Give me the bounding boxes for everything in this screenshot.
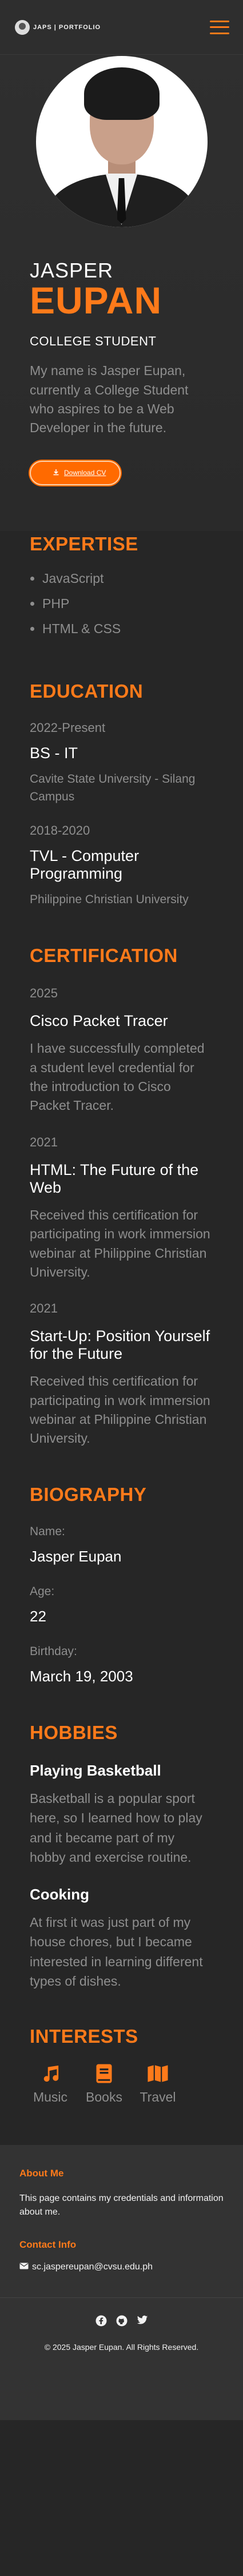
education-item: 2022-Present BS - IT Cavite State Univer… [30, 721, 213, 806]
certification-name: Start-Up: Position Yourself for the Futu… [30, 1327, 210, 1363]
list-item: PHP [42, 596, 213, 611]
logo-avatar-icon [15, 19, 30, 35]
interest-music: Music [31, 2061, 70, 2105]
interest-label: Books [86, 2089, 122, 2104]
certification-item: 2021 HTML: The Future of the Web Receive… [30, 1135, 213, 1282]
copyright: © 2025 Jasper Eupan. All Rights Reserved… [44, 2342, 199, 2352]
download-cv-button[interactable]: Download CV [30, 460, 121, 485]
profile-photo-wrapper [0, 55, 243, 227]
certification-desc: Received this certification for particip… [30, 1374, 210, 1446]
twitter-icon[interactable] [137, 2315, 148, 2327]
bio-label-age: Age: [30, 1584, 55, 1598]
certification-desc: Received this certification for particip… [30, 1207, 210, 1279]
certification-year: 2021 [30, 1134, 58, 1149]
hobbies-title: HOBBIES [30, 1721, 118, 1743]
hobbies-section: HOBBIES Playing Basketball Basketball is… [0, 1722, 243, 2026]
github-icon[interactable] [116, 2315, 128, 2327]
hobby-desc: At first it was just part of my house ch… [30, 1914, 203, 1989]
footer: About Me This page contains my credentia… [0, 2144, 243, 2420]
certification-year: 2025 [30, 986, 58, 1001]
bio-value-age: 22 [30, 1607, 46, 1625]
bio-value-name: Jasper Eupan [30, 1547, 122, 1565]
hobby-name: Playing Basketball [30, 1761, 161, 1779]
expertise-section: EXPERTISE JavaScript PHP HTML & CSS [0, 531, 243, 681]
footer-divider [0, 2297, 243, 2299]
navbar: JAPS | PORTFOLIO [0, 0, 243, 55]
bio-label-name: Name: [30, 1524, 65, 1538]
download-icon [53, 469, 59, 477]
interests-section: INTERESTS Music Books Travel [0, 2026, 243, 2145]
interest-label: Travel [140, 2089, 176, 2104]
bio-value-birthday: March 19, 2003 [30, 1667, 133, 1685]
interests-title: INTERESTS [30, 2025, 138, 2047]
social-links [19, 2315, 224, 2327]
hero-text: JASPER EUPAN COLLEGE STUDENT My name is … [0, 227, 243, 485]
certification-desc: I have successfully completed a student … [30, 1041, 205, 1113]
expertise-title: EXPERTISE [30, 533, 138, 554]
footer-about-title: About Me [19, 2167, 64, 2179]
interests-row: Music Books Travel [30, 2061, 213, 2105]
profile-photo [35, 56, 208, 227]
footer-about-text: This page contains my credentials and in… [19, 2193, 224, 2217]
footer-contact: Contact Info sc.jaspereupan@cvsu.edu.ph [19, 2239, 224, 2272]
interest-travel: Travel [138, 2061, 177, 2105]
list-item: HTML & CSS [42, 621, 213, 637]
hero-section: JASPER EUPAN COLLEGE STUDENT My name is … [0, 55, 243, 531]
bio-label-birthday: Birthday: [30, 1644, 77, 1658]
education-year: 2022-Present [30, 720, 106, 735]
book-icon [95, 2061, 113, 2086]
hobby-name: Cooking [30, 1885, 89, 1903]
certification-name: HTML: The Future of the Web [30, 1161, 199, 1196]
intro-text: My name is Jasper Eupan, currently a Col… [30, 363, 189, 436]
education-section: EDUCATION 2022-Present BS - IT Cavite St… [0, 681, 243, 945]
logo[interactable]: JAPS | PORTFOLIO [15, 19, 101, 35]
footer-email-row[interactable]: sc.jaspereupan@cvsu.edu.ph [19, 2262, 224, 2272]
biography-title: BIOGRAPHY [30, 1483, 147, 1505]
footer-email[interactable]: sc.jaspereupan@cvsu.edu.ph [32, 2262, 153, 2272]
role: COLLEGE STUDENT [30, 334, 157, 349]
biography-section: BIOGRAPHY Name: Jasper Eupan Age: 22 Bir… [0, 1484, 243, 1722]
interest-books: Books [85, 2061, 124, 2105]
last-name: EUPAN [30, 279, 162, 321]
education-school: Philippine Christian University [30, 892, 189, 906]
education-year: 2018-2020 [30, 823, 90, 838]
education-degree: TVL - Computer Programming [30, 847, 140, 882]
certification-section: CERTIFICATION 2025 Cisco Packet Tracer I… [0, 945, 243, 1483]
expertise-list: JavaScript PHP HTML & CSS [30, 571, 213, 637]
download-cv-label: Download CV [64, 469, 106, 477]
map-icon [147, 2061, 169, 2086]
facebook-icon[interactable] [95, 2315, 107, 2327]
hamburger-menu-icon[interactable] [210, 20, 229, 34]
logo-text: JAPS | PORTFOLIO [33, 23, 101, 31]
music-icon [41, 2061, 60, 2086]
education-title: EDUCATION [30, 680, 144, 702]
footer-contact-title: Contact Info [19, 2239, 77, 2251]
certification-title: CERTIFICATION [30, 945, 178, 967]
hobby-desc: Basketball is a popular sport here, so I… [30, 1790, 202, 1865]
email-icon [19, 2262, 29, 2272]
education-school: Cavite State University - Silang Campus [30, 772, 196, 804]
certification-year: 2021 [30, 1301, 58, 1316]
certification-name: Cisco Packet Tracer [30, 1012, 168, 1030]
interest-label: Music [33, 2089, 68, 2104]
education-item: 2018-2020 TVL - Computer Programming Phi… [30, 823, 213, 909]
first-name: JASPER [30, 259, 114, 282]
list-item: JavaScript [42, 571, 213, 586]
certification-item: 2025 Cisco Packet Tracer I have successf… [30, 986, 213, 1115]
education-degree: BS - IT [30, 744, 78, 762]
certification-item: 2021 Start-Up: Position Yourself for the… [30, 1301, 213, 1448]
